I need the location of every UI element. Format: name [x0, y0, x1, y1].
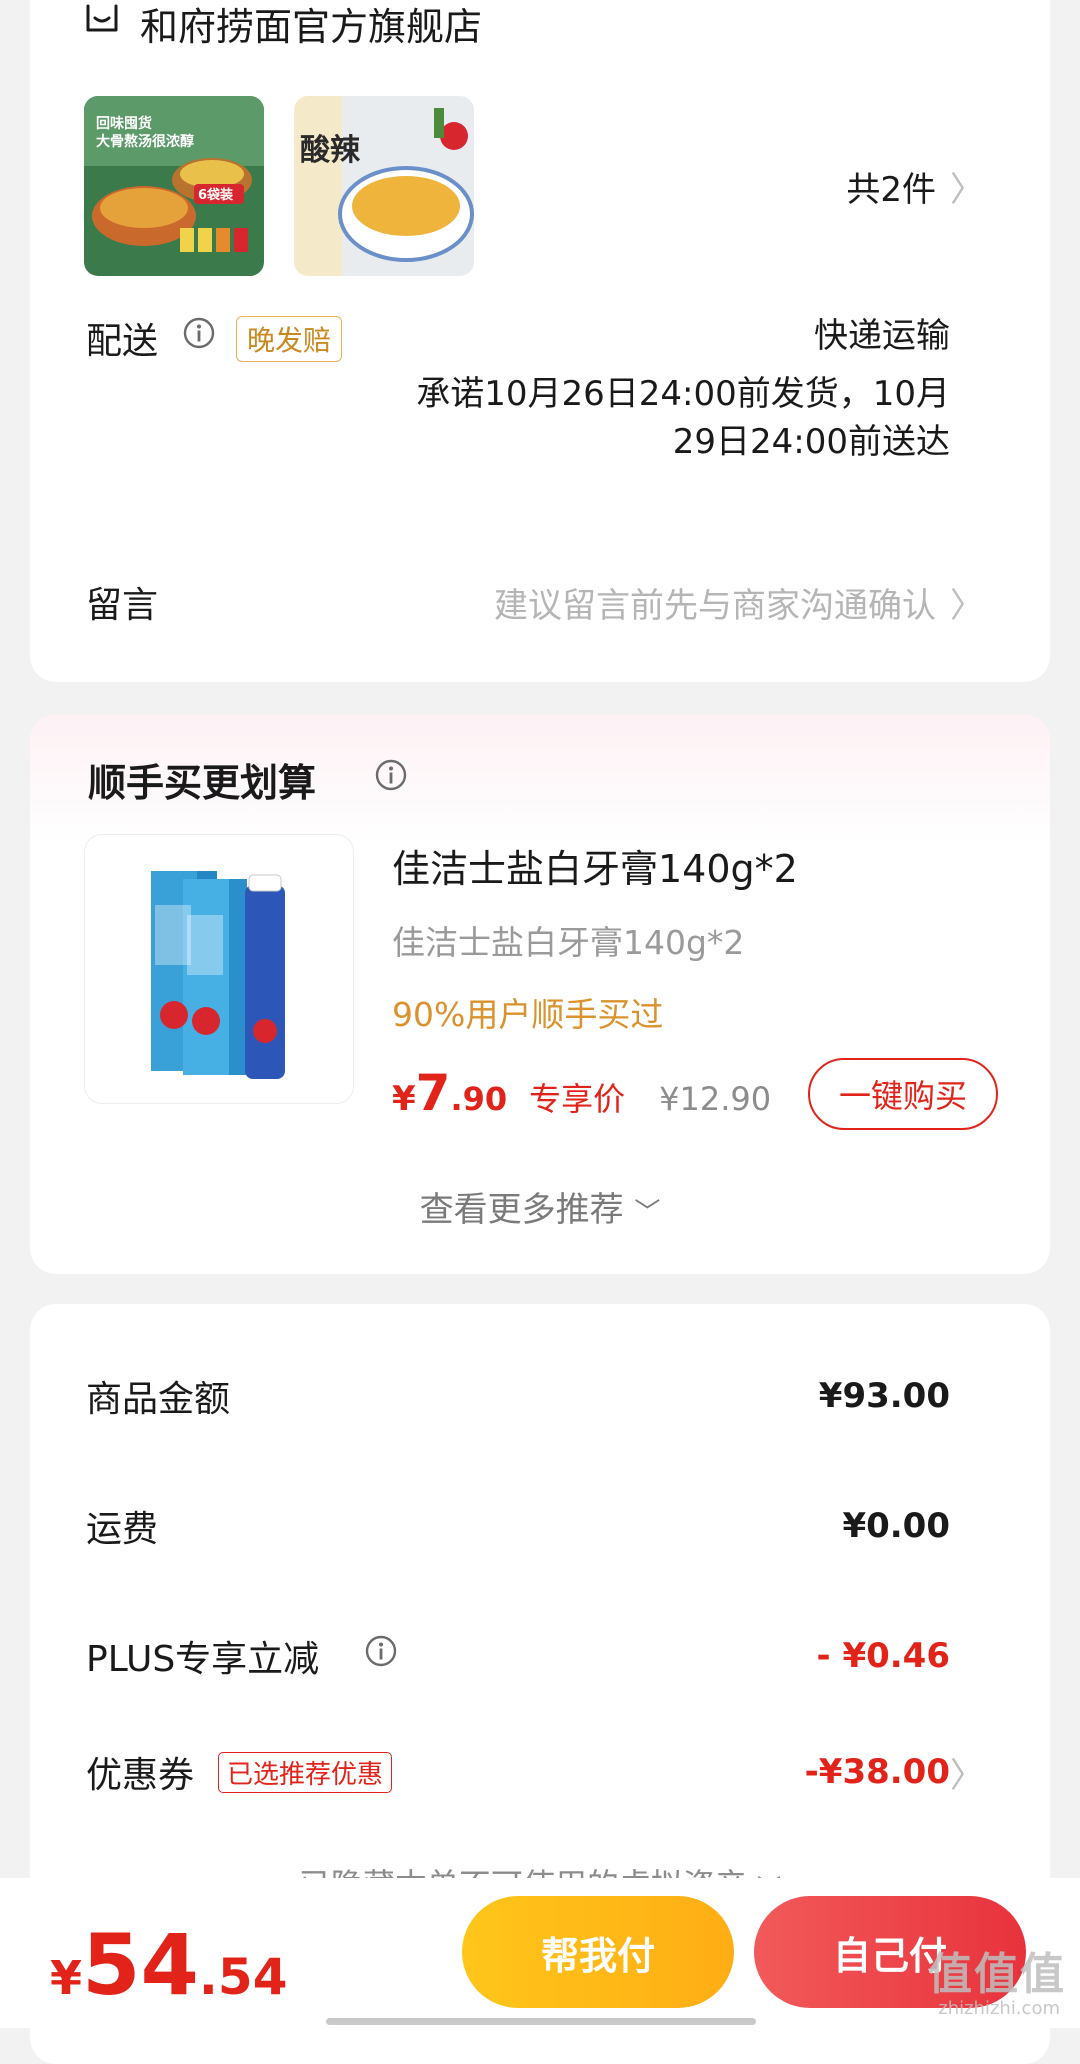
shipping-fee-label: 运费 — [86, 1509, 159, 1550]
thumb1-badge: 6袋装 — [198, 187, 233, 203]
item-count[interactable]: 共2件〉 — [846, 162, 984, 211]
original-price: ¥12.90 — [659, 1080, 772, 1118]
watermark-url: zhizhizhi.com — [938, 1998, 1060, 2019]
coupon-tag: 已选推荐优惠 — [218, 1752, 393, 1793]
thumb1-caption-1: 回味囤货 — [96, 115, 152, 132]
goods-amount-value: ¥93.00 — [818, 1376, 950, 1416]
price-currency: ¥ — [392, 1079, 416, 1119]
watermark-logo: 值值值 — [928, 1949, 1066, 2000]
store-name[interactable]: 和府捞面官方旗舰店 — [140, 0, 482, 51]
info-icon[interactable] — [364, 1634, 398, 1668]
chevron-right-icon[interactable]: 〉 — [950, 1748, 984, 1797]
bundle-card: 顺手买更划算 佳洁士盐白牙膏140g*2 佳洁士盐白牙膏140g*2 90%用户… — [30, 714, 1050, 1274]
product-thumbnail[interactable]: 回味囤货 大骨熬汤很浓醇 6袋装 — [84, 96, 264, 276]
total-currency: ¥ — [50, 1951, 83, 2005]
coupon-label: 优惠券 — [86, 1755, 195, 1796]
bundle-title: 顺手买更划算 — [88, 761, 317, 805]
item-count-text: 共2件 — [846, 170, 936, 210]
total-decimal: .54 — [198, 1948, 288, 2006]
more-recommendations[interactable]: 查看更多推荐 ﹀ — [30, 1182, 1050, 1231]
shipping-method: 快递运输 — [814, 316, 950, 356]
shipping-fee-value: ¥0.00 — [842, 1506, 950, 1546]
thumb2-caption: 酸辣 — [300, 133, 361, 168]
checkout-bar: ¥ 54 .54 帮我付 自己付 值值值 zhizhizhi.com — [0, 1878, 1080, 2028]
plus-discount-label: PLUS专享立减 — [86, 1639, 320, 1680]
note-label: 留言 — [86, 585, 159, 626]
help-pay-button[interactable]: 帮我付 — [462, 1896, 734, 2008]
shipping-promise-line2: 29日24:00前送达 — [672, 422, 950, 462]
one-click-buy-button[interactable]: 一键购买 — [808, 1058, 998, 1130]
home-indicator[interactable] — [326, 2018, 756, 2025]
store-icon — [86, 4, 118, 32]
coupon-value[interactable]: -¥38.00 — [805, 1752, 950, 1792]
note-placeholder: 建议留言前先与商家沟通确认 — [494, 586, 936, 626]
note-input[interactable]: 建议留言前先与商家沟通确认〉 — [494, 578, 984, 627]
chevron-down-icon: ﹀ — [634, 1198, 661, 1228]
social-proof: 90%用户顺手买过 — [392, 995, 664, 1034]
store-card: 和府捞面官方旗舰店 回味囤货 大骨熬汤很浓醇 6袋装 酸辣 共2件 〉 配送 晚… — [30, 0, 1050, 682]
price-row: ¥ 7 .90 专享价 ¥12.90 — [392, 1064, 771, 1122]
total-integer: 54 — [82, 1916, 199, 2014]
product-name[interactable]: 佳洁士盐白牙膏140g*2 — [392, 838, 798, 893]
product-image[interactable] — [84, 834, 354, 1104]
price-integer: 7 — [415, 1064, 451, 1122]
more-recs-label: 查看更多推荐 — [419, 1190, 624, 1230]
price-decimal: .90 — [450, 1080, 508, 1118]
info-icon[interactable] — [374, 758, 408, 792]
chevron-right-icon: 〉 — [950, 170, 984, 210]
delivery-label: 配送 — [86, 321, 159, 362]
thumb1-caption-2: 大骨熬汤很浓醇 — [96, 133, 194, 150]
chevron-right-icon: 〉 — [950, 586, 984, 626]
goods-amount-label: 商品金额 — [86, 1379, 231, 1420]
shipping-promise-line1: 承诺10月26日24:00前发货，10月 — [416, 374, 950, 414]
plus-discount-value: - ¥0.46 — [816, 1636, 951, 1676]
info-icon[interactable] — [182, 316, 216, 350]
product-thumbnail[interactable]: 酸辣 — [294, 96, 474, 276]
product-spec: 佳洁士盐白牙膏140g*2 — [392, 923, 745, 962]
late-compensation-tag[interactable]: 晚发赔 — [236, 316, 343, 362]
price-label: 专享价 — [529, 1080, 626, 1118]
total-price: ¥ 54 .54 — [50, 1916, 288, 2014]
